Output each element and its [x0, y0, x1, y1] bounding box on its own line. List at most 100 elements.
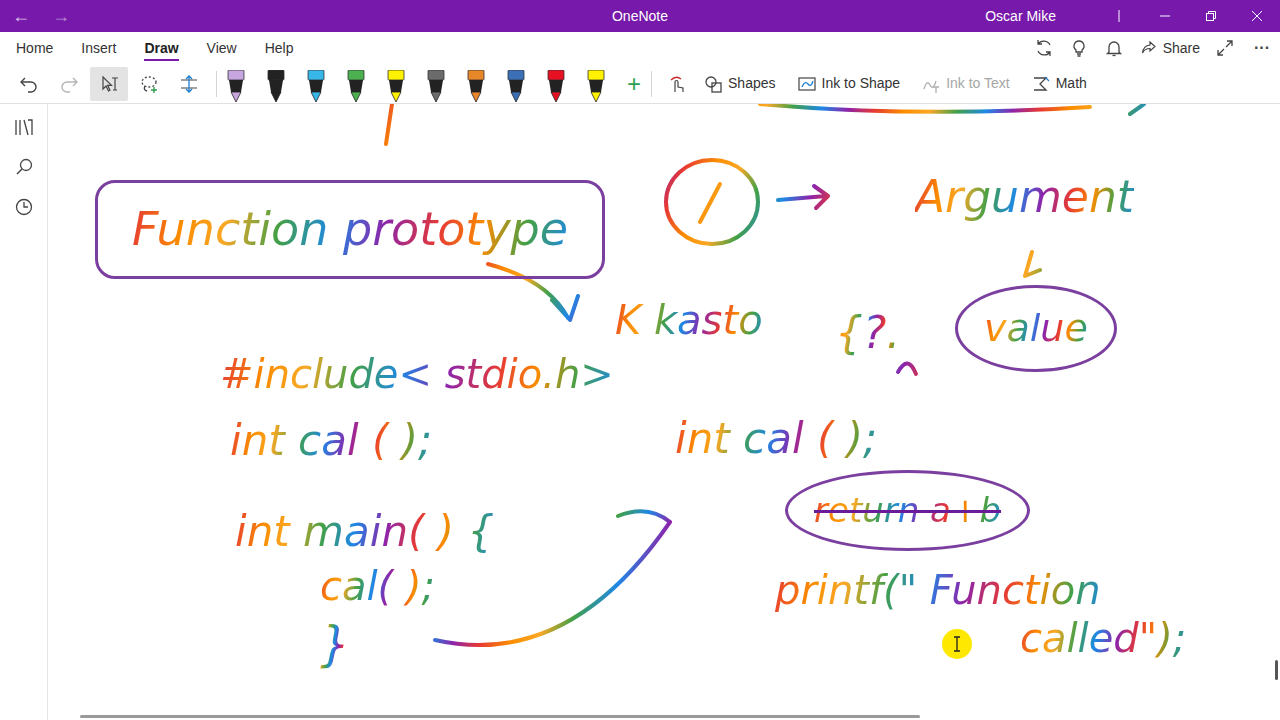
- ink-note[interactable]: printf(" Function: [775, 560, 1101, 620]
- pen[interactable]: [585, 66, 607, 102]
- pen-icon: [506, 70, 526, 102]
- pen[interactable]: [505, 66, 527, 102]
- vertical-scrollbar[interactable]: [1275, 660, 1278, 680]
- ink-text: value: [984, 305, 1088, 351]
- pen-icon: [586, 70, 606, 102]
- toolbar-button[interactable]: Shapes: [704, 73, 775, 94]
- minimize-icon[interactable]: [1142, 0, 1188, 32]
- forward-button[interactable]: →: [52, 7, 70, 25]
- pen[interactable]: [385, 66, 407, 102]
- share-label: Share: [1163, 38, 1200, 59]
- tab-label: Insert: [81, 39, 116, 57]
- search-icon[interactable]: [15, 158, 33, 176]
- more-button[interactable]: ···: [1250, 36, 1274, 60]
- tab-label: Home: [16, 39, 53, 57]
- ink-note[interactable]: int main( ) {: [235, 500, 494, 563]
- toolbar-button[interactable]: Ink to Shape: [798, 73, 901, 94]
- ink-to-text-icon: [922, 75, 940, 93]
- ink-note[interactable]: #include< stdio.h>: [220, 344, 614, 404]
- toolbar-separator: [216, 71, 217, 97]
- recent-icon[interactable]: [15, 198, 33, 216]
- ink-text: return a+b: [814, 489, 1001, 531]
- toolbar-button[interactable]: Math: [1032, 73, 1087, 94]
- pen-icon: [346, 70, 366, 102]
- pen[interactable]: [345, 66, 367, 102]
- ribbon-tab[interactable]: Draw: [144, 32, 178, 64]
- bell-icon[interactable]: [1105, 39, 1123, 57]
- touch-draw-icon[interactable]: [662, 75, 692, 93]
- user-name[interactable]: Oscar Mike: [985, 6, 1056, 27]
- ribbon-tab[interactable]: Insert: [81, 32, 116, 64]
- window-controls: Oscar Mike: [668, 0, 1280, 32]
- ink-note[interactable]: return a+b: [785, 470, 1030, 551]
- ink-note[interactable]: called");: [1020, 608, 1186, 668]
- ink-note[interactable]: }: [320, 609, 351, 681]
- math-icon: [1032, 75, 1050, 93]
- pen[interactable]: [545, 66, 567, 102]
- pen[interactable]: [305, 66, 327, 102]
- ink-text: {?.: [835, 307, 900, 359]
- lasso-icon[interactable]: [130, 67, 168, 101]
- ink-note[interactable]: K kasto: [615, 290, 763, 350]
- ink-note[interactable]: value: [955, 285, 1117, 372]
- lightbulb-icon[interactable]: [1070, 39, 1088, 57]
- close-icon[interactable]: [1234, 0, 1280, 32]
- pen[interactable]: [465, 66, 487, 102]
- toolbar-button-label: Ink to Shape: [822, 73, 901, 94]
- add-pen-button[interactable]: +: [627, 72, 641, 96]
- add-space-icon[interactable]: [170, 67, 208, 101]
- window-title: OneNote: [612, 6, 668, 27]
- ink-text: #include< stdio.h>: [220, 350, 614, 398]
- separator-icon: [1096, 0, 1142, 32]
- ink-note[interactable]: Argument: [915, 164, 1134, 230]
- pen-icon: [386, 70, 406, 102]
- nav-rail: [0, 104, 48, 720]
- pen-icon: [266, 70, 286, 102]
- tab-label: View: [207, 39, 237, 57]
- horizontal-scrollbar[interactable]: [80, 715, 920, 718]
- ink-to-shape-icon: [798, 75, 816, 93]
- type-select-icon[interactable]: [90, 67, 128, 101]
- tab-list: Home Insert Draw View Help: [16, 32, 294, 64]
- main-area: Function prototype Argument value K kasto {?…: [0, 104, 1280, 720]
- sync-icon[interactable]: [1035, 39, 1053, 57]
- tab-underline: [265, 59, 294, 61]
- share-button[interactable]: Share: [1140, 38, 1200, 59]
- cursor-icon: [941, 628, 973, 660]
- pen-icon: [546, 70, 566, 102]
- tab-underline: [81, 59, 116, 61]
- back-button[interactable]: ←: [12, 7, 30, 25]
- pen-icon: [226, 70, 246, 102]
- fullscreen-icon[interactable]: [1217, 40, 1233, 56]
- ink-text: K kasto: [615, 296, 763, 344]
- pen[interactable]: [225, 66, 247, 102]
- share-icon: [1140, 40, 1158, 56]
- undo-icon[interactable]: [10, 67, 48, 101]
- restore-icon[interactable]: [1188, 0, 1234, 32]
- ink-note[interactable]: int cal ( );: [230, 409, 432, 472]
- ink-note[interactable]: int cal ( );: [675, 407, 877, 470]
- ink-text: }: [320, 616, 351, 672]
- tab-underline: [16, 59, 53, 61]
- ribbon-tab[interactable]: Help: [265, 32, 294, 64]
- notebooks-icon[interactable]: [14, 118, 34, 136]
- ribbon-tab[interactable]: Home: [16, 32, 53, 64]
- pen[interactable]: [265, 66, 287, 102]
- ink-text: Function prototype: [132, 202, 568, 256]
- pen-icon: [426, 70, 446, 102]
- toolbar-button-label: Ink to Text: [946, 73, 1010, 94]
- pen[interactable]: [425, 66, 447, 102]
- page-canvas[interactable]: Function prototype Argument value K kasto {?…: [48, 104, 1280, 720]
- shapes-icon: [704, 75, 722, 93]
- ink-note[interactable]: cal( );: [320, 556, 435, 616]
- redo-icon[interactable]: [50, 67, 88, 101]
- ink-text: Argument: [915, 171, 1134, 223]
- tab-underline: [144, 59, 178, 61]
- tool-group: [10, 67, 208, 101]
- ribbon-tabs: Home Insert Draw View Help Share ···: [0, 32, 1280, 64]
- toolbar-button[interactable]: Ink to Text: [922, 73, 1010, 94]
- ink-note[interactable]: {?.: [835, 300, 900, 366]
- tab-label: Help: [265, 39, 294, 57]
- ribbon-tab[interactable]: View: [207, 32, 237, 64]
- ink-note[interactable]: Function prototype: [95, 180, 605, 279]
